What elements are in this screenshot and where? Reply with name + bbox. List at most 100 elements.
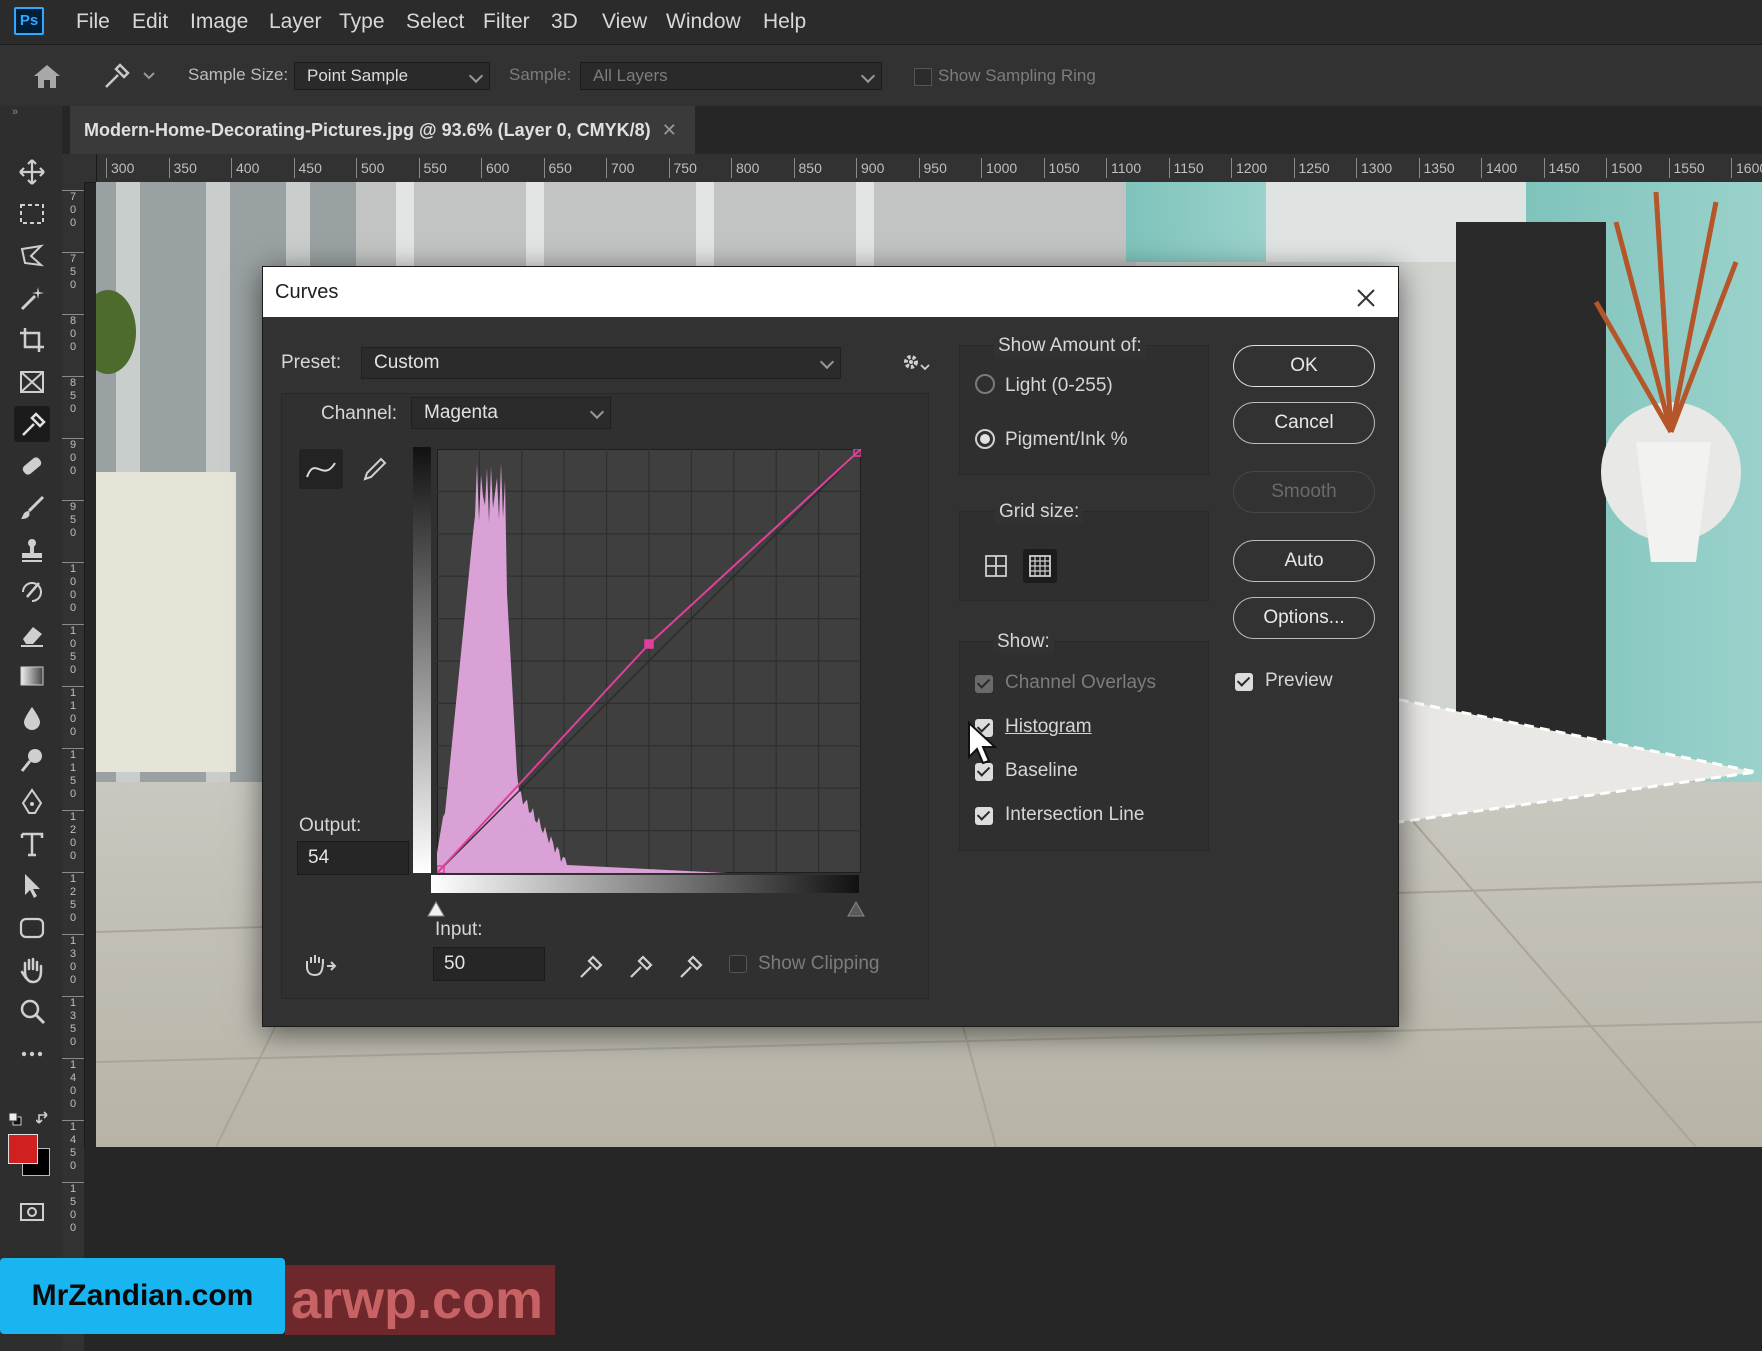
preview-checkbox[interactable] — [1235, 673, 1253, 691]
gradient-tool-icon[interactable] — [14, 658, 50, 694]
sample-size-select[interactable]: Point Sample — [294, 62, 490, 90]
menu-type[interactable]: Type — [339, 0, 385, 44]
shape-tool-icon[interactable] — [14, 910, 50, 946]
tools-panel: » — [0, 106, 63, 1351]
options-button[interactable]: Options... — [1233, 597, 1375, 639]
dialog-titlebar: Curves — [263, 267, 1398, 317]
gray-point-eyedropper-icon[interactable] — [625, 947, 655, 981]
curve-point-mode-icon[interactable] — [299, 449, 343, 489]
black-point-eyedropper-icon[interactable] — [575, 947, 605, 981]
pen-tool-icon[interactable] — [14, 784, 50, 820]
ruler-tick-label: 700 — [606, 158, 634, 178]
smooth-button[interactable]: Smooth — [1233, 471, 1375, 513]
quick-mask-icon[interactable] — [14, 1194, 50, 1230]
menu-window[interactable]: Window — [666, 0, 741, 44]
eraser-tool-icon[interactable] — [14, 616, 50, 652]
ruler-origin[interactable] — [62, 154, 97, 183]
blur-tool-icon[interactable] — [14, 700, 50, 736]
cancel-button[interactable]: Cancel — [1233, 402, 1375, 444]
hand-tool-icon[interactable] — [14, 952, 50, 988]
white-point-eyedropper-icon[interactable] — [675, 947, 705, 981]
zoom-tool-icon[interactable] — [14, 994, 50, 1030]
sample-select[interactable]: All Layers — [580, 62, 882, 90]
foreground-color-swatch[interactable] — [8, 1134, 38, 1164]
menu-view[interactable]: View — [602, 0, 647, 44]
white-point-slider[interactable] — [427, 900, 445, 917]
menu-image[interactable]: Image — [190, 0, 248, 44]
frame-tool-icon[interactable] — [14, 364, 50, 400]
collapse-icon[interactable]: » — [12, 106, 32, 120]
channel-overlays-checkbox[interactable] — [975, 675, 993, 693]
sample-size-value: Point Sample — [307, 66, 409, 85]
ruler-tick-label: 1100 — [62, 686, 84, 739]
show-sampling-ring-checkbox[interactable] — [914, 68, 932, 86]
move-tool-icon[interactable] — [14, 154, 50, 190]
ruler-tick-label: 1350 — [62, 996, 84, 1049]
grid-4x4-icon[interactable] — [979, 549, 1013, 583]
ruler-tick-label: 300 — [106, 158, 134, 178]
pencil-draw-mode-icon[interactable] — [355, 449, 395, 489]
menu-bar: Ps File Edit Image Layer Type Select Fil… — [0, 0, 1762, 44]
curve-graph[interactable] — [437, 449, 861, 873]
watermark-brand: MrZandian.com — [0, 1258, 285, 1334]
options-bar: Sample Size: Point Sample Sample: All La… — [0, 44, 1762, 108]
default-colors-icon[interactable] — [8, 1112, 22, 1126]
close-tab-icon[interactable]: ✕ — [662, 120, 677, 140]
menu-help[interactable]: Help — [763, 0, 806, 44]
output-field[interactable]: 54 — [297, 841, 409, 875]
menu-filter[interactable]: Filter — [483, 0, 530, 44]
healing-brush-tool-icon[interactable] — [14, 448, 50, 484]
pigment-radio[interactable] — [975, 429, 995, 449]
target-adjustment-hand-icon[interactable] — [301, 951, 337, 981]
ruler-tick-label: 950 — [918, 158, 947, 178]
ruler-tick-label: 800 — [62, 314, 84, 354]
history-brush-tool-icon[interactable] — [14, 574, 50, 610]
close-icon[interactable] — [1354, 279, 1378, 307]
light-radio[interactable] — [975, 374, 995, 394]
crop-tool-icon[interactable] — [14, 322, 50, 358]
chevron-down-icon — [589, 404, 605, 420]
grid-10x10-icon[interactable] — [1023, 549, 1057, 583]
ruler-tick-label: 1000 — [981, 158, 1017, 178]
ok-button[interactable]: OK — [1233, 345, 1375, 387]
channel-select[interactable]: Magenta — [411, 397, 611, 429]
brush-tool-icon[interactable] — [14, 490, 50, 526]
menu-select[interactable]: Select — [406, 0, 464, 44]
preset-options-gear-icon[interactable] — [899, 347, 931, 377]
menu-layer[interactable]: Layer — [269, 0, 322, 44]
ruler-tick-label: 850 — [62, 376, 84, 416]
eyedropper-tool-icon[interactable] — [14, 406, 50, 442]
menu-file[interactable]: File — [76, 0, 110, 44]
auto-button[interactable]: Auto — [1233, 540, 1375, 582]
clone-stamp-tool-icon[interactable] — [14, 532, 50, 568]
path-selection-tool-icon[interactable] — [14, 868, 50, 904]
menu-3d[interactable]: 3D — [551, 0, 578, 44]
preset-select[interactable]: Custom — [361, 347, 841, 379]
intersection-line-checkbox[interactable] — [975, 807, 993, 825]
swap-colors-icon[interactable] — [35, 1110, 52, 1126]
ruler-tick-label: 900 — [62, 438, 84, 478]
curve-control-point[interactable] — [644, 639, 654, 649]
marquee-tool-icon[interactable] — [14, 196, 50, 232]
eyedropper-tool-preset-icon[interactable] — [98, 57, 158, 93]
input-field[interactable]: 50 — [433, 947, 545, 981]
more-tools-icon[interactable] — [14, 1036, 50, 1072]
ruler-tick-label: 1300 — [62, 934, 84, 987]
ruler-tick-label: 1350 — [1418, 158, 1455, 178]
document-tab[interactable]: Modern-Home-Decorating-Pictures.jpg @ 93… — [70, 106, 695, 154]
black-point-slider[interactable] — [847, 900, 865, 917]
menu-edit[interactable]: Edit — [132, 0, 168, 44]
home-icon[interactable] — [30, 61, 64, 91]
dodge-tool-icon[interactable] — [14, 742, 50, 778]
ruler-tick-label: 1050 — [62, 624, 84, 677]
lasso-tool-icon[interactable] — [14, 238, 50, 274]
ruler-tick-label: 750 — [62, 252, 84, 292]
magic-wand-tool-icon[interactable] — [14, 280, 50, 316]
preset-label: Preset: — [281, 352, 342, 373]
light-option-label: Light (0-255) — [1005, 375, 1113, 396]
show-clipping-checkbox[interactable] — [729, 955, 747, 973]
sample-label: Sample: — [509, 65, 572, 84]
type-tool-icon[interactable] — [14, 826, 50, 862]
ruler-tick-label: 350 — [168, 158, 197, 178]
input-gradient-bar — [431, 875, 859, 893]
